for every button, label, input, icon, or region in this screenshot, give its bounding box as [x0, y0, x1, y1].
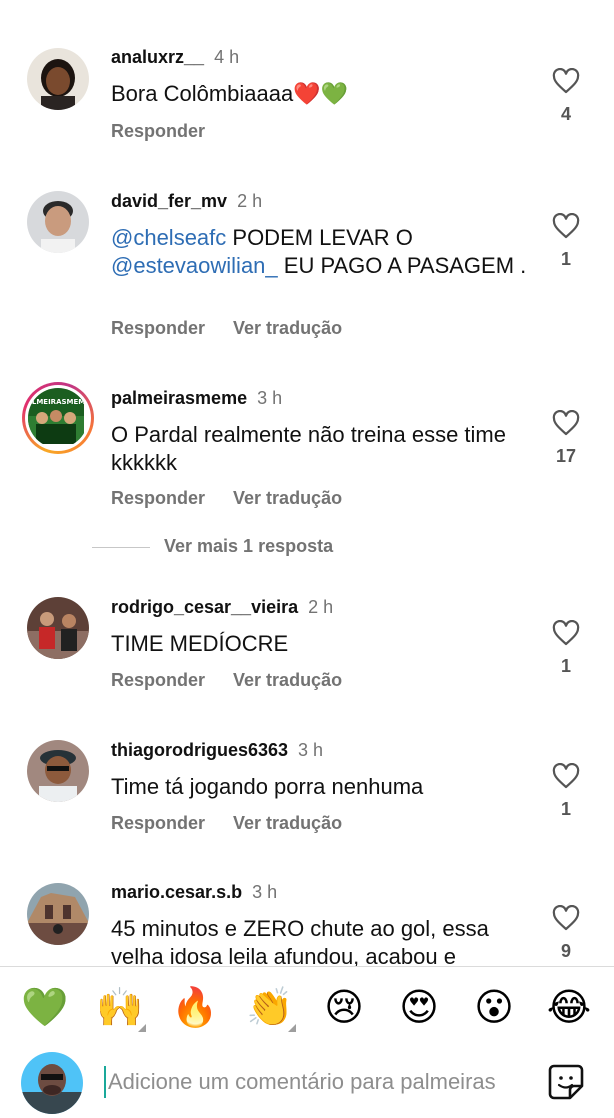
like-count: 17	[555, 446, 577, 466]
comment-username[interactable]: thiagorodrigues6363	[111, 740, 288, 760]
heart-outline-icon	[552, 620, 580, 646]
comment-username[interactable]: palmeirasmeme	[111, 388, 247, 408]
avatar[interactable]	[27, 883, 89, 945]
sticker-icon	[548, 1064, 584, 1100]
heart-outline-icon	[552, 905, 580, 931]
like-count: 1	[560, 249, 571, 269]
like-button[interactable]: 17	[551, 410, 581, 466]
view-more-replies-button[interactable]: Ver mais 1 resposta	[92, 536, 333, 557]
like-button[interactable]: 1	[551, 620, 581, 676]
emoji-reaction-bar: 💚 🙌 🔥 👏 😢 😍 😮 😂	[0, 984, 614, 1034]
comment-time: 2 h	[237, 191, 263, 211]
heart-outline-icon	[552, 213, 580, 239]
like-button[interactable]: 4	[551, 68, 581, 124]
team-photo: PALMEIRASMEME	[28, 388, 84, 444]
like-button[interactable]: 1	[551, 763, 581, 819]
translate-button[interactable]: Ver tradução	[233, 318, 342, 339]
comment-time: 3 h	[298, 740, 324, 760]
emoji-surprised-face[interactable]: 😮	[471, 984, 517, 1030]
reply-button[interactable]: Responder	[111, 318, 205, 339]
comment-username[interactable]: mario.cesar.s.b	[111, 882, 242, 902]
comment-username[interactable]: analuxrz__	[111, 47, 204, 67]
emoji-clapping-hands[interactable]: 👏	[246, 984, 296, 1032]
like-count: 1	[560, 799, 571, 819]
avatar[interactable]	[27, 740, 89, 802]
reply-button[interactable]: Responder	[111, 488, 205, 509]
reply-button[interactable]: Responder	[111, 670, 205, 691]
emoji-fire[interactable]: 🔥	[171, 984, 218, 1030]
translate-button[interactable]: Ver tradução	[233, 813, 342, 834]
comment-username[interactable]: rodrigo_cesar__vieira	[111, 597, 298, 617]
mention-link[interactable]: @chelseafc	[111, 225, 226, 250]
avatar[interactable]	[27, 597, 89, 659]
comment-text: @chelseafc PODEM LEVAR O @estevaowilian_…	[111, 225, 527, 278]
comment-text: Bora Colômbiaaaa❤️💚	[111, 81, 349, 106]
mention-link[interactable]: @estevaowilian_	[111, 253, 278, 278]
emoji-raised-hands[interactable]: 🙌	[96, 984, 146, 1032]
like-button[interactable]: 1	[551, 213, 581, 269]
like-count: 1	[560, 656, 571, 676]
emoji-green-heart[interactable]: 💚	[21, 984, 68, 1030]
avatar[interactable]	[27, 191, 89, 253]
current-user-avatar	[21, 1052, 83, 1114]
comment-time: 3 h	[252, 882, 278, 902]
comment-username[interactable]: david_fer_mv	[111, 191, 227, 211]
translate-button[interactable]: Ver tradução	[233, 670, 342, 691]
avatar-story-ring[interactable]: PALMEIRASMEME	[22, 382, 94, 454]
sticker-button[interactable]	[546, 1062, 586, 1102]
like-count: 4	[560, 104, 571, 124]
heart-outline-icon	[552, 410, 580, 436]
emoji-crying-face[interactable]: 😢	[321, 984, 367, 1030]
like-button[interactable]: 9	[551, 905, 581, 961]
comment-input[interactable]: Adicione um comentário para palmeiras	[104, 1066, 524, 1098]
heart-outline-icon	[552, 763, 580, 789]
comment-text: O Pardal realmente não treina esse time …	[111, 422, 506, 475]
divider	[0, 966, 614, 967]
comments-list: analuxrz__ 4 h Bora Colômbiaaaa❤️💚 Respon…	[0, 0, 614, 966]
emoji-heart-eyes[interactable]: 😍	[396, 984, 442, 1030]
reply-button[interactable]: Responder	[111, 813, 205, 834]
skin-tone-indicator	[138, 1024, 146, 1032]
comment-time: 3 h	[257, 388, 283, 408]
heart-outline-icon	[552, 68, 580, 94]
comment-text: TIME MEDÍOCRE	[111, 631, 289, 656]
comment-time: 2 h	[308, 597, 334, 617]
svg-text:PALMEIRASMEME: PALMEIRASMEME	[28, 398, 84, 406]
skin-tone-indicator	[288, 1024, 296, 1032]
comment-composer: Adicione um comentário para palmeiras	[0, 1050, 614, 1118]
avatar[interactable]	[27, 48, 89, 110]
comment-text: 45 minutos e ZERO chute ao gol, essa vel…	[111, 916, 489, 966]
comment-text: Time tá jogando porra nenhuma	[111, 774, 424, 799]
reply-button[interactable]: Responder	[111, 121, 205, 142]
emoji-tears-of-joy[interactable]: 😂	[546, 984, 592, 1030]
translate-button[interactable]: Ver tradução	[233, 488, 342, 509]
like-count: 9	[560, 941, 571, 961]
comment-time: 4 h	[214, 47, 240, 67]
divider-line	[92, 546, 150, 548]
